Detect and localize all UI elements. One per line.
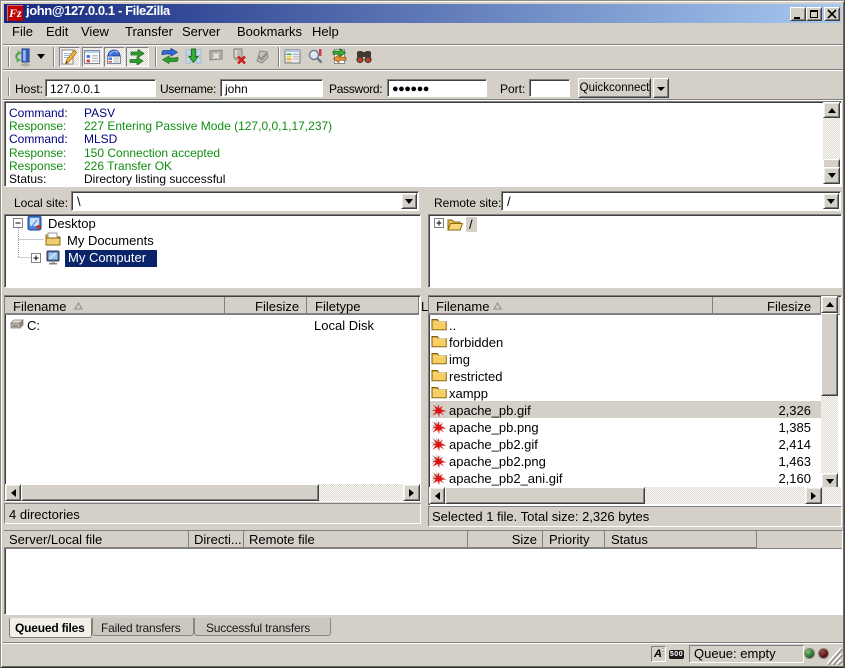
svg-text:Fz: Fz [8, 6, 22, 20]
